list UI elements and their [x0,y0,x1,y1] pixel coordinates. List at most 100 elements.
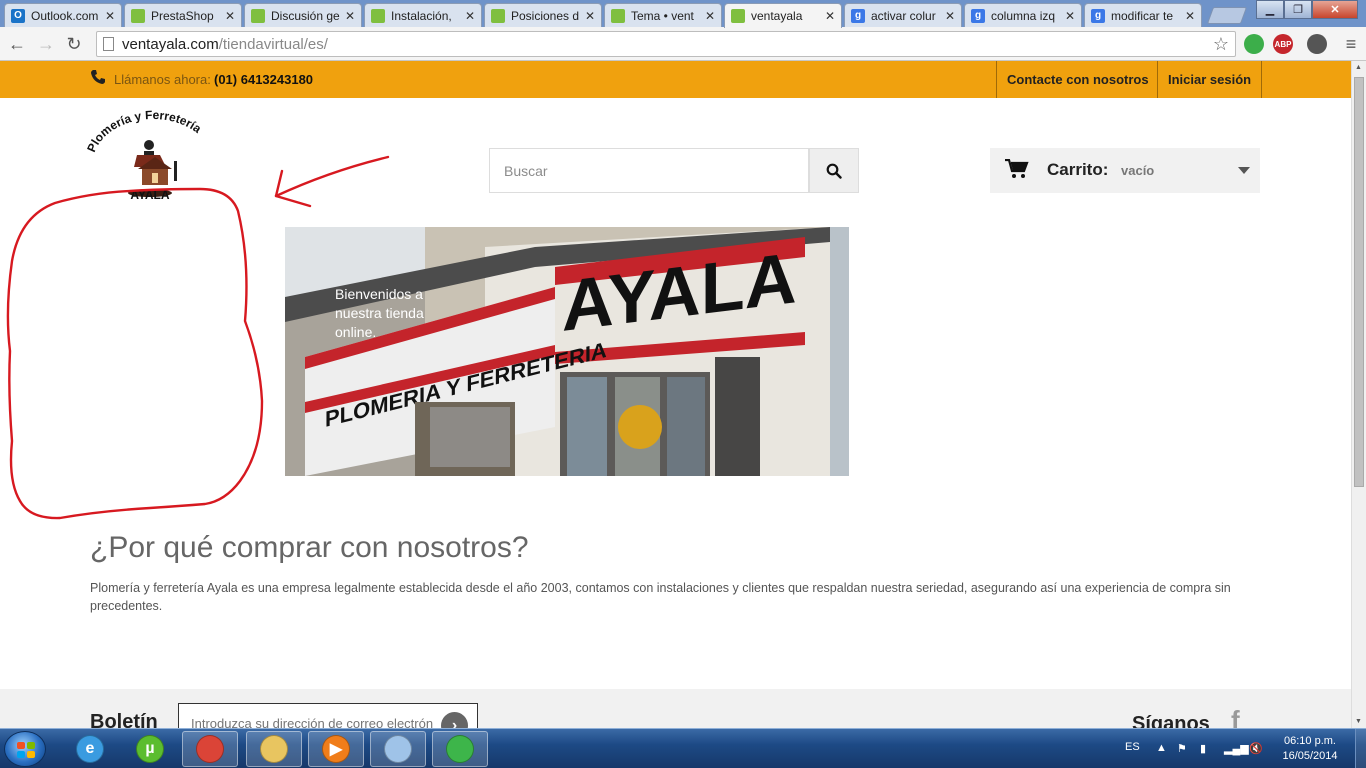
why-buy-text: Plomería y ferretería Ayala es una empre… [90,581,1231,613]
scroll-up-icon[interactable]: ▲ [1355,64,1362,71]
adblock-plus-icon[interactable]: ABP [1273,34,1293,54]
action-center-flag-icon[interactable]: ⚑ [1177,742,1187,755]
device-icon[interactable]: ▮ [1200,742,1206,755]
tab-favicon-icon [251,8,265,23]
tab-favicon-icon [731,9,745,23]
close-window-button[interactable]: ✕ [1312,0,1358,19]
language-indicator[interactable]: ES [1125,741,1140,753]
contact-link[interactable]: Contacte con nosotros [996,61,1159,98]
browser-tab[interactable]: PrestaShop ✕ [124,3,242,27]
tab-close-icon[interactable]: ✕ [1065,9,1075,23]
scrollbar-thumb[interactable] [1354,77,1364,487]
tab-favicon-icon: O [11,8,25,23]
browser-tab[interactable]: g columna izq ✕ [964,3,1082,27]
chrome-menu-button[interactable]: ≡ [1340,33,1362,55]
tab-title: Posiciones d [511,8,580,23]
installer-taskbar-button[interactable] [432,731,488,767]
window-controls: ▁ ❐ ✕ [1256,0,1358,19]
notepad-taskbar-button[interactable] [370,731,426,767]
tab-favicon-icon [491,8,505,23]
tab-close-icon[interactable]: ✕ [345,9,355,23]
svg-text:Plomería y Ferretería: Plomería y Ferretería [84,108,204,154]
call-number: (01) 6413243180 [214,72,314,87]
forward-button[interactable]: → [35,33,57,55]
phone-icon [90,69,106,89]
tab-favicon-icon [611,8,625,23]
media-player-taskbar-icon: ▶ [322,735,350,763]
browser-tab[interactable]: Posiciones d ✕ [484,3,602,27]
bug-extension-icon[interactable] [1307,34,1327,54]
tab-title: columna izq [991,8,1056,23]
internet-explorer-taskbar-button[interactable]: e [62,731,118,767]
search-button[interactable] [809,148,859,193]
tab-close-icon[interactable]: ✕ [105,9,115,23]
browser-tab[interactable]: g modificar te ✕ [1084,3,1202,27]
bookmark-star-icon[interactable]: ☆ [1213,34,1229,55]
maximize-button[interactable]: ❐ [1284,0,1312,19]
browser-toolbar: ← → ↻ ventayala.com/tiendavirtual/es/ ☆ … [0,27,1366,61]
tab-favicon-icon: g [851,8,865,23]
tab-close-icon[interactable]: ✕ [705,9,715,23]
browser-tab[interactable]: g activar colur ✕ [844,3,962,27]
chrome-taskbar-icon [196,735,224,763]
facebook-icon[interactable]: f [1231,705,1240,728]
cart-title: Carrito: [1047,160,1109,179]
hero-banner[interactable]: AYALA PLOMERIA Y FERRETERIA Bienvenidos … [285,227,849,476]
tab-title: ventayala [751,9,803,23]
store-logo[interactable]: Plomería y Ferretería AYALA [82,107,222,202]
browser-tab[interactable]: Instalación, ✕ [364,3,482,27]
tab-close-icon[interactable]: ✕ [225,9,235,23]
minimize-button[interactable]: ▁ [1256,0,1284,19]
shopping-cart[interactable]: Carrito: vacío [990,148,1260,193]
tab-favicon-icon [131,8,145,23]
file-explorer-taskbar-button[interactable] [246,731,302,767]
browser-tab[interactable]: Tema • vent ✕ [604,3,722,27]
banner-caption: Bienvenidos a nuestra tienda online. [335,286,424,340]
installer-taskbar-icon [446,735,474,763]
url-host: ventayala.com [122,35,219,53]
volume-muted-icon[interactable]: 🔇 [1249,742,1263,755]
tab-title: Tema • vent [631,8,694,23]
chevron-down-icon[interactable] [1238,167,1250,174]
follow-us-title: Síganos [1132,713,1210,728]
system-clock[interactable]: 06:10 p.m. 16/05/2014 [1270,734,1350,764]
tab-close-icon[interactable]: ✕ [945,9,955,23]
store-top-bar: Llámanos ahora: (01) 6413243180 Contacte… [0,61,1351,98]
windows-logo-icon [17,742,35,758]
utorrent-taskbar-button[interactable]: µ [122,731,178,767]
back-button[interactable]: ← [6,33,28,55]
browser-tab[interactable]: O Outlook.com ✕ [4,3,122,27]
green-ring-extension-icon[interactable] [1244,34,1264,54]
scroll-down-icon[interactable]: ▼ [1355,718,1362,725]
tab-favicon-icon: g [971,8,985,23]
chrome-taskbar-button[interactable] [182,731,238,767]
newsletter-email-input[interactable] [178,703,478,728]
login-link[interactable]: Iniciar sesión [1157,61,1263,98]
search-icon [826,163,842,179]
page-scrollbar[interactable]: ▲ ▼ [1351,61,1366,728]
start-button[interactable] [4,731,46,767]
tab-title: PrestaShop [151,8,214,23]
tab-title: Outlook.com [31,8,99,23]
browser-tab[interactable]: ventayala ✕ [724,3,842,28]
url-path: /tiendavirtual/es/ [218,35,328,53]
why-buy-title: ¿Por qué comprar con nosotros? [90,531,529,564]
chevron-right-icon: › [451,716,458,729]
tab-close-icon[interactable]: ✕ [585,9,595,23]
network-signal-icon[interactable]: ▂▄▆ [1224,742,1249,755]
tab-favicon-icon [371,8,385,23]
new-tab-button[interactable] [1206,7,1248,24]
tab-close-icon[interactable]: ✕ [825,9,835,23]
browser-tab[interactable]: Discusión ge ✕ [244,3,362,27]
search-input[interactable] [489,148,809,193]
show-desktop-button[interactable] [1355,729,1366,768]
show-hidden-icons-icon[interactable]: ▲ [1156,742,1167,754]
media-player-taskbar-button[interactable]: ▶ [308,731,364,767]
address-bar[interactable]: ventayala.com/tiendavirtual/es/ ☆ [96,31,1236,57]
tab-title: activar colur [871,8,936,23]
windows-taskbar: ES ▲ ⚑ ▮ ▂▄▆ 🔇 06:10 p.m. 16/05/2014 e µ ▶ [0,728,1366,768]
reload-button[interactable]: ↻ [63,33,85,55]
tab-close-icon[interactable]: ✕ [465,9,475,23]
logo-bottom-text: AYALA [130,188,169,199]
tab-close-icon[interactable]: ✕ [1185,9,1195,23]
